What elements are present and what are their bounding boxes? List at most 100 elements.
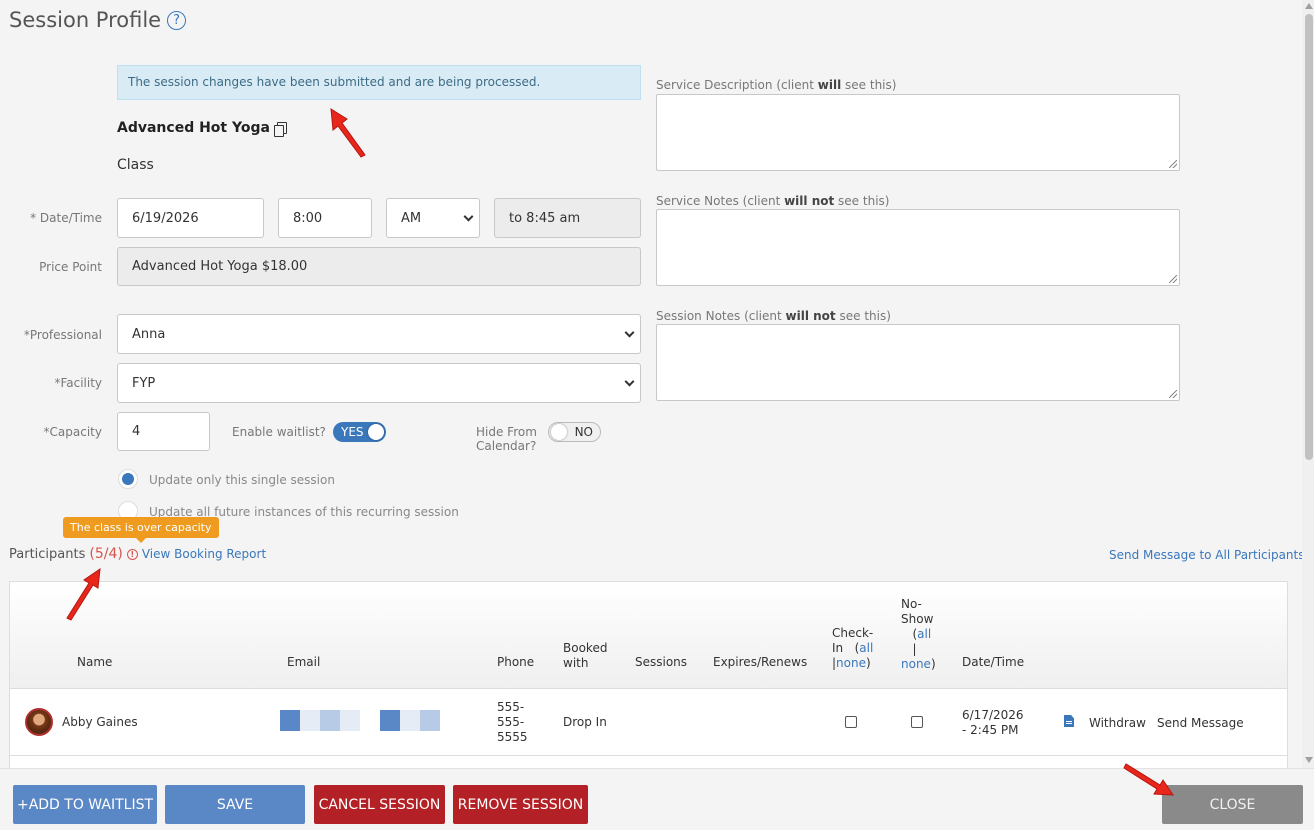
participants-label: Participants — [9, 546, 86, 562]
radio-single-session[interactable] — [118, 469, 138, 489]
noshow-none-link[interactable]: none — [901, 657, 931, 671]
date-input[interactable]: 6/19/2026 — [117, 198, 264, 238]
label-part: see this) — [835, 309, 891, 323]
waitlist-toggle[interactable]: YES — [333, 422, 386, 442]
radio-selected-dot — [122, 473, 134, 485]
label-bold: will not — [784, 194, 835, 208]
label-bold: will — [817, 78, 842, 92]
col-booked-with[interactable]: Booked with — [563, 641, 607, 671]
hide-calendar-toggle-text: NO — [574, 425, 593, 439]
col-email[interactable]: Email — [287, 655, 320, 670]
professional-select[interactable]: Anna — [117, 314, 641, 354]
warning-icon[interactable]: ! — [126, 548, 138, 560]
service-name-text: Advanced Hot Yoga — [117, 120, 270, 136]
col-noshow-line5: none) — [901, 657, 936, 671]
scroll-up-icon[interactable] — [1305, 3, 1313, 9]
withdraw-link[interactable]: Withdraw — [1089, 716, 1146, 731]
over-capacity-tooltip: The class is over capacity — [63, 517, 219, 543]
col-noshow-line4: | — [901, 642, 917, 656]
scrollbar-thumb[interactable] — [1305, 14, 1313, 460]
hide-calendar-toggle[interactable]: NO — [548, 422, 601, 442]
service-description-textarea[interactable] — [656, 94, 1180, 171]
radio-single-label: Update only this single session — [149, 473, 335, 487]
datetime-label: * Date/Time — [30, 211, 102, 225]
ampm-select[interactable]: AM — [386, 198, 480, 238]
participant-booked-with: Drop In — [563, 715, 607, 729]
col-datetime[interactable]: Date/Time — [962, 655, 1024, 670]
participant-datetime: 6/17/2026 - 2:45 PM — [962, 708, 1024, 738]
phone-part: 555- — [497, 715, 525, 729]
save-button[interactable]: SAVE — [165, 785, 305, 824]
facility-select[interactable]: FYP — [117, 363, 641, 403]
scroll-down-icon[interactable] — [1305, 757, 1313, 763]
col-noshow-line2: Show — [901, 612, 934, 626]
resize-grip-icon[interactable] — [1169, 390, 1177, 398]
service-name: Advanced Hot Yoga — [117, 120, 287, 137]
label-part: Service Notes (client — [656, 194, 785, 208]
col-noshow-line1: No- — [901, 597, 922, 611]
resize-grip-icon[interactable] — [1169, 160, 1177, 168]
close-button[interactable]: CLOSE — [1162, 785, 1303, 824]
col-checkin-in: In — [832, 641, 844, 655]
checkin-all-link[interactable]: all — [859, 641, 873, 655]
avatar — [25, 708, 53, 736]
checkin-none-link[interactable]: none — [836, 656, 866, 670]
copy-icon[interactable] — [273, 121, 287, 137]
label-bold: will not — [785, 309, 836, 323]
col-noshow-line3: (all — [901, 627, 932, 641]
price-point-display: Advanced Hot Yoga $18.00 — [117, 247, 641, 286]
participants-count: (5/4) — [89, 546, 123, 562]
capacity-label: *Capacity — [43, 425, 102, 439]
professional-label: *Professional — [23, 328, 102, 342]
add-to-waitlist-button[interactable]: +ADD TO WAITLIST — [13, 785, 157, 824]
facility-label: *Facility — [54, 376, 102, 390]
resize-grip-icon[interactable] — [1169, 275, 1177, 283]
service-notes-label: Service Notes (client will not see this) — [656, 194, 889, 208]
col-booked-line1: Booked — [563, 641, 608, 655]
email-redacted — [280, 710, 440, 731]
service-notes-textarea[interactable] — [656, 209, 1180, 286]
participant-name-link[interactable]: Abby Gaines — [62, 715, 138, 730]
col-noshow: No- Show (all | none) — [901, 597, 936, 672]
end-time-display: to 8:45 am — [494, 198, 641, 238]
label-part: see this) — [834, 194, 890, 208]
send-message-link[interactable]: Send Message — [1157, 716, 1244, 731]
send-message-all-link[interactable]: Send Message to All Participants — [1109, 548, 1305, 562]
ampm-value: AM — [401, 210, 422, 226]
noshow-checkbox[interactable] — [911, 716, 923, 728]
help-icon[interactable]: ? — [167, 10, 187, 30]
col-booked-line2: with — [563, 656, 589, 670]
col-phone[interactable]: Phone — [497, 655, 534, 670]
col-name[interactable]: Name — [77, 655, 112, 670]
table-row: Abby Gaines 555- 555- 5555 Drop In 6/17/… — [10, 689, 1287, 756]
phone-part: 5555 — [497, 730, 528, 744]
capacity-input[interactable]: 4 — [117, 412, 210, 451]
waitlist-toggle-text: YES — [341, 425, 364, 439]
col-expires[interactable]: Expires/Renews — [713, 655, 807, 670]
label-part: see this) — [841, 78, 897, 92]
col-checkin: Check- In (all |none) — [832, 626, 873, 671]
participant-phone: 555- 555- 5555 — [497, 700, 528, 745]
datetime-line2: - 2:45 PM — [962, 723, 1019, 737]
service-description-label: Service Description (client will see thi… — [656, 78, 896, 92]
col-checkin-line2: In (all — [832, 641, 874, 655]
label-part: Service Description (client — [656, 78, 818, 92]
time-input[interactable]: 8:00 — [278, 198, 372, 238]
table-header: Name Email Phone Booked with Sessions Ex… — [10, 582, 1287, 689]
cancel-session-button[interactable]: CANCEL SESSION — [314, 785, 445, 824]
col-sessions[interactable]: Sessions — [635, 655, 687, 670]
waitlist-label: Enable waitlist? — [232, 425, 326, 439]
remove-session-button[interactable]: REMOVE SESSION — [453, 785, 588, 824]
phone-part: 555- — [497, 700, 525, 714]
toggle-knob — [368, 424, 384, 440]
hide-calendar-label: Hide From Calendar? — [476, 425, 537, 453]
hide-calendar-label-2: Calendar? — [476, 439, 537, 453]
col-checkin-line1: Check- — [832, 626, 874, 640]
session-notes-label: Session Notes (client will not see this) — [656, 309, 891, 323]
noshow-all-link[interactable]: all — [917, 627, 931, 641]
session-notes-textarea[interactable] — [656, 324, 1180, 401]
view-booking-report-link[interactable]: View Booking Report — [142, 547, 266, 561]
checkin-checkbox[interactable] — [845, 716, 857, 728]
participants-table: Name Email Phone Booked with Sessions Ex… — [9, 581, 1288, 771]
document-icon[interactable] — [1064, 715, 1074, 727]
